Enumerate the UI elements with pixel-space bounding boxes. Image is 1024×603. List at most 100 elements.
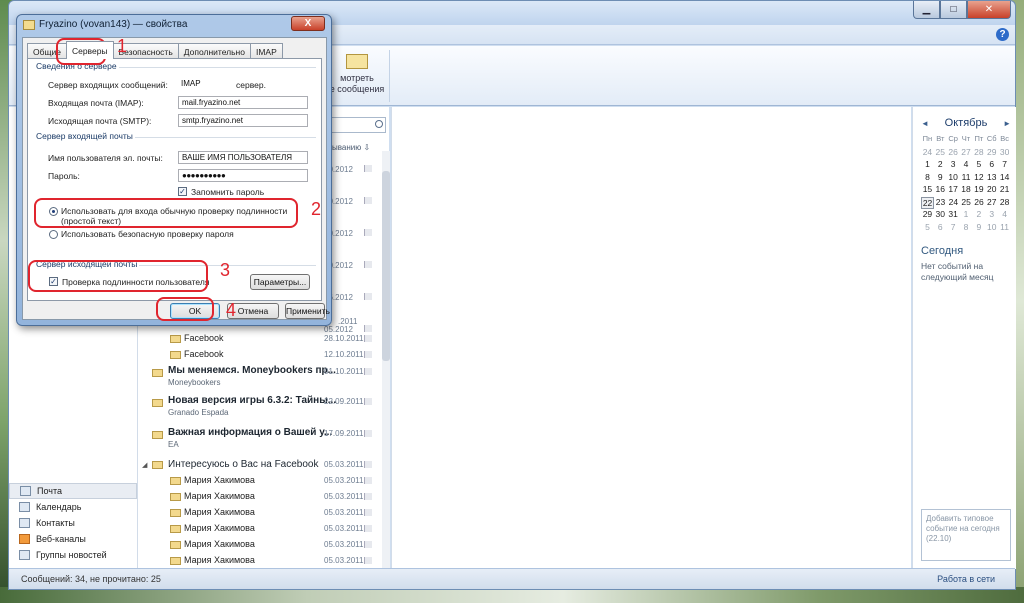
maximize-button[interactable]: □ — [940, 1, 967, 19]
status-online[interactable]: Работа в сети — [937, 574, 995, 584]
nav-item-mail[interactable]: Почта — [9, 483, 137, 499]
flag-icon[interactable] — [364, 398, 372, 405]
calendar-day[interactable]: 8 — [921, 172, 934, 185]
calendar-day[interactable]: 7 — [947, 222, 960, 235]
add-event-box[interactable]: Добавить типовое событие на сегодня (22.… — [921, 509, 1011, 561]
calendar-day[interactable]: 21 — [998, 184, 1011, 197]
calendar-day[interactable]: 30 — [934, 209, 947, 222]
tab-imap[interactable]: IMAP — [249, 43, 283, 59]
flag-icon[interactable] — [364, 197, 372, 204]
outgoing-server-field[interactable]: smtp.fryazino.net — [178, 114, 308, 127]
calendar-day[interactable]: 6 — [934, 222, 947, 235]
flag-icon[interactable] — [364, 229, 372, 236]
calendar-day[interactable]: 31 — [947, 209, 960, 222]
expand-arrow-icon[interactable]: ◢ — [142, 461, 147, 469]
calendar-day[interactable]: 2 — [972, 209, 985, 222]
flag-icon[interactable] — [364, 477, 372, 484]
tab-advanced[interactable]: Дополнительно — [177, 43, 251, 59]
calendar-day[interactable]: 20 — [985, 184, 998, 197]
flag-icon[interactable] — [364, 493, 372, 500]
calendar-day[interactable]: 16 — [934, 184, 947, 197]
prev-month-button[interactable]: ◄ — [921, 119, 929, 128]
tab-servers[interactable]: Серверы — [65, 41, 114, 59]
calendar-day[interactable]: 15 — [921, 184, 934, 197]
remember-password-checkbox[interactable]: ✓ — [178, 187, 187, 196]
calendar-day[interactable]: 11 — [998, 222, 1011, 235]
flag-icon[interactable] — [364, 430, 372, 437]
calendar-day[interactable]: 12 — [972, 172, 985, 185]
flag-icon[interactable] — [364, 509, 372, 516]
auth-secure-radio[interactable] — [49, 230, 58, 239]
calendar-day[interactable]: 11 — [960, 172, 973, 185]
calendar-day[interactable]: 25 — [960, 197, 973, 210]
dialog-titlebar[interactable]: Fryazino (vovan143) — свойства — [23, 19, 187, 30]
calendar-day[interactable]: 27 — [985, 197, 998, 210]
flag-icon[interactable] — [364, 261, 372, 268]
calendar-day[interactable]: 29 — [921, 209, 934, 222]
nav-item-contacts[interactable]: Контакты — [9, 515, 137, 531]
username-field[interactable]: ВАШЕ ИМЯ ПОЛЬЗОВАТЕЛЯ — [178, 151, 308, 164]
flag-icon[interactable] — [364, 525, 372, 532]
calendar-day[interactable]: 24 — [947, 197, 960, 210]
apply-button[interactable]: Применить — [285, 303, 330, 319]
view-messages-button[interactable]: мотреть е сообщения — [327, 54, 387, 95]
flag-icon[interactable] — [364, 461, 372, 468]
calendar-day[interactable]: 10 — [985, 222, 998, 235]
calendar-day[interactable]: 1 — [960, 209, 973, 222]
calendar-day[interactable]: 1 — [921, 159, 934, 172]
calendar-day[interactable]: 29 — [985, 147, 998, 160]
search-icon[interactable] — [375, 120, 383, 128]
calendar-day[interactable]: 28 — [972, 147, 985, 160]
nav-item-newsgroups[interactable]: Группы новостей — [9, 547, 137, 563]
calendar-day[interactable]: 30 — [998, 147, 1011, 160]
flag-icon[interactable] — [364, 351, 372, 358]
calendar-day[interactable]: 17 — [947, 184, 960, 197]
calendar-day[interactable]: 5 — [972, 159, 985, 172]
calendar-day[interactable]: 4 — [960, 159, 973, 172]
flag-icon[interactable] — [364, 541, 372, 548]
dialog-close-button[interactable]: X — [291, 16, 325, 31]
calendar-day[interactable]: 3 — [947, 159, 960, 172]
calendar-day[interactable]: 7 — [998, 159, 1011, 172]
calendar-day[interactable]: 8 — [960, 222, 973, 235]
calendar-day[interactable]: 4 — [998, 209, 1011, 222]
calendar-day[interactable]: 13 — [985, 172, 998, 185]
calendar-day[interactable]: 9 — [972, 222, 985, 235]
password-field[interactable]: ●●●●●●●●●● — [178, 169, 308, 182]
incoming-server-field[interactable]: mail.fryazino.net — [178, 96, 308, 109]
calendar-day[interactable]: 18 — [960, 184, 973, 197]
message-list-scrollbar[interactable] — [382, 151, 390, 569]
calendar-day[interactable]: 2 — [934, 159, 947, 172]
flag-icon[interactable] — [364, 557, 372, 564]
outgoing-settings-button[interactable]: Параметры... — [250, 274, 310, 290]
calendar-day[interactable]: 10 — [947, 172, 960, 185]
calendar-day[interactable]: 5 — [921, 222, 934, 235]
calendar-day[interactable]: 28 — [998, 197, 1011, 210]
calendar-day[interactable]: 9 — [934, 172, 947, 185]
calendar-day[interactable]: 27 — [960, 147, 973, 160]
scrollbar-thumb[interactable] — [382, 171, 390, 361]
nav-item-feeds[interactable]: Веб-каналы — [9, 531, 137, 547]
close-button[interactable]: ✕ — [967, 1, 1011, 19]
calendar-day[interactable]: 19 — [972, 184, 985, 197]
help-icon[interactable]: ? — [996, 28, 1009, 41]
next-month-button[interactable]: ► — [1003, 119, 1011, 128]
calendar-day[interactable]: 26 — [973, 197, 986, 210]
calendar-day[interactable]: 25 — [934, 147, 947, 160]
flag-icon[interactable] — [364, 325, 372, 332]
calendar-day[interactable]: 24 — [921, 147, 934, 160]
sort-label[interactable]: ыванию ⇩ — [332, 143, 370, 152]
calendar-day[interactable]: 23 — [934, 197, 947, 210]
calendar-day[interactable]: 6 — [985, 159, 998, 172]
flag-icon[interactable] — [364, 165, 372, 172]
minimize-button[interactable]: ▁ — [913, 1, 940, 19]
flag-icon[interactable] — [364, 293, 372, 300]
calendar-day[interactable]: 3 — [985, 209, 998, 222]
calendar-day[interactable]: 26 — [947, 147, 960, 160]
calendar-day[interactable]: 22 — [921, 196, 935, 209]
nav-item-calendar[interactable]: Календарь — [9, 499, 137, 515]
flag-icon[interactable] — [364, 368, 372, 375]
flag-icon[interactable] — [364, 335, 372, 342]
search-input[interactable] — [330, 117, 386, 133]
calendar-day[interactable]: 14 — [998, 172, 1011, 185]
